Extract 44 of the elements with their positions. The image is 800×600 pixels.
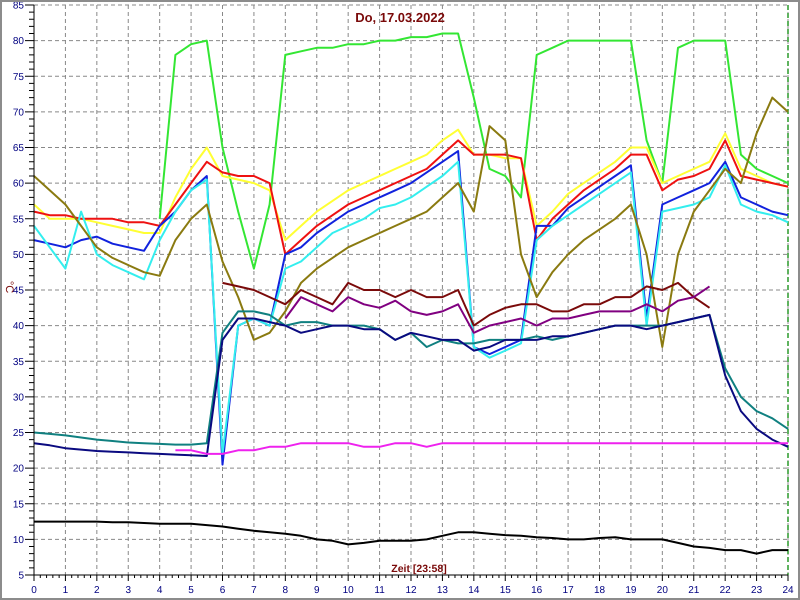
x-tick-label: 0 [31,585,37,596]
y-tick-label: 15 [12,499,24,510]
x-tick-label: 2 [94,585,100,596]
x-tick-label: 19 [625,585,636,596]
y-tick-label: 30 [12,392,24,404]
y-tick-label: 70 [12,107,24,118]
y-tick-label: 40 [12,321,24,332]
y-tick-label: 55 [12,214,24,226]
y-tick-label: 80 [12,36,24,48]
x-tick-label: 10 [342,585,354,596]
x-tick-label: 20 [656,585,668,596]
x-tick-label: 13 [436,585,448,596]
x-tick-label: 11 [374,585,385,596]
y-tick-label: 20 [12,464,24,475]
y-tick-label: 25 [12,428,24,439]
x-tick-label: 5 [188,585,194,596]
y-tick-label: 45 [12,286,24,296]
x-tick-label: 4 [156,585,162,596]
x-tick-label: 12 [405,585,417,596]
x-tick-label: 9 [314,585,320,596]
y-tick-label: 5 [18,570,24,582]
y-tick-label: 10 [12,534,24,546]
y-tick-label: 50 [12,250,24,261]
x-tick-label: 15 [500,585,511,596]
x-axis-label: Zeit [23:58] [391,563,447,575]
x-tick-label: 22 [720,585,731,596]
x-tick-label: 16 [531,585,542,596]
y-tick-label: 65 [12,143,24,154]
x-tick-label: 1 [62,585,68,596]
chart-title: Do, 17.03.2022 [355,10,445,25]
x-tick-label: 24 [782,585,794,596]
y-axis-label: °C [3,280,15,294]
x-tick-label: 17 [562,585,574,596]
y-tick-label: 35 [12,356,24,368]
x-tick-label: 18 [594,585,606,596]
y-tick-label: 75 [12,72,24,83]
x-tick-label: 23 [751,585,762,596]
x-tick-label: 21 [688,585,700,596]
x-tick-label: 14 [468,585,480,596]
x-tick-label: 3 [125,585,132,596]
x-tick-label: 8 [282,585,288,596]
x-tick-label: 7 [251,585,257,596]
x-tick-label: 6 [220,585,226,596]
y-tick-label: 60 [12,178,24,190]
